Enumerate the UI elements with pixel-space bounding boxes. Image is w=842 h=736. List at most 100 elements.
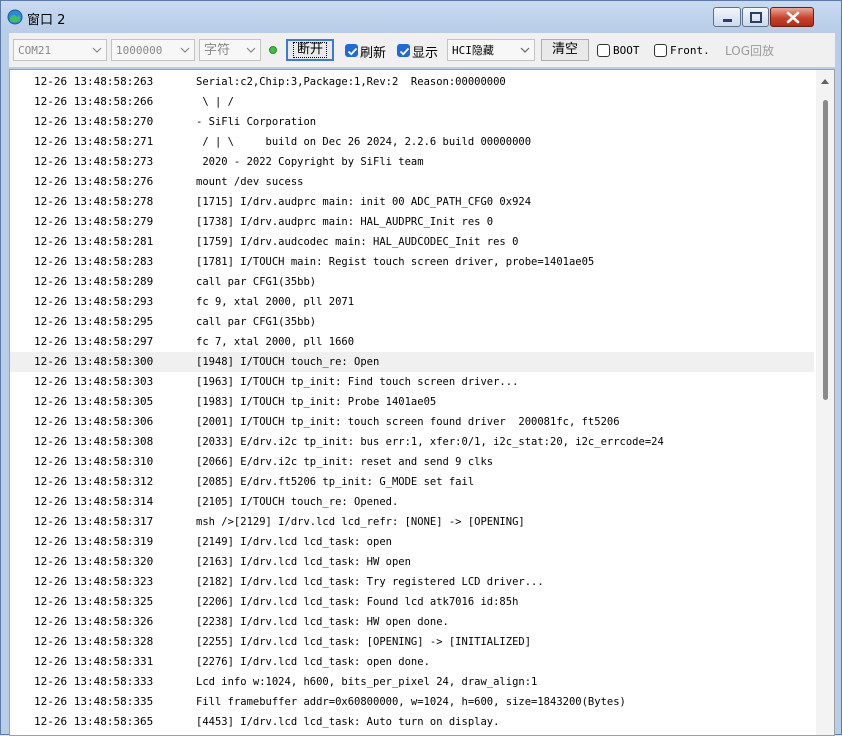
log-timestamp: 12-26 13:48:58:328: [34, 635, 154, 648]
log-timestamp: 12-26 13:48:58:297: [34, 335, 154, 348]
log-message: [2033] E/drv.i2c tp_init: bus err:1, xfe…: [196, 436, 664, 448]
port-select[interactable]: COM21: [13, 39, 107, 61]
log-timestamp: 12-26 13:48:58:300: [34, 355, 154, 368]
log-row[interactable]: 12-26 13:48:58:305 [1983] I/TOUCH tp_init…: [10, 392, 814, 412]
log-message: call par CFG1(35bb): [196, 276, 317, 288]
log-message: [1963] I/TOUCH tp_init: Find touch scree…: [196, 376, 519, 388]
maximize-button[interactable]: [742, 7, 769, 27]
log-row[interactable]: 12-26 13:48:58:320 [2163] I/drv.lcd lcd_t…: [10, 552, 814, 572]
app-window: 窗口 2 COM21 1000000 字符 断开 刷新 显示 HCI隐藏 清空 …: [0, 0, 842, 736]
log-row[interactable]: 12-26 13:48:58:279 [1738] I/drv.audprc ma…: [10, 212, 814, 232]
log-message: [1738] I/drv.audprc main: HAL_AUDPRC_Ini…: [196, 216, 494, 228]
front-checkbox[interactable]: [654, 44, 667, 57]
log-timestamp: 12-26 13:48:58:319: [34, 535, 154, 548]
log-row[interactable]: 12-26 13:48:58:283 [1781] I/TOUCH main: R…: [10, 252, 814, 272]
front-label: Front.: [670, 44, 710, 57]
log-panel[interactable]: 12-26 13:48:58:263 Serial:c2,Chip:3,Packa…: [9, 69, 835, 736]
log-row[interactable]: 12-26 13:48:58:293 fc 9, xtal 2000, pll 2…: [10, 292, 814, 312]
display-checkbox[interactable]: [397, 44, 410, 57]
log-timestamp: 12-26 13:48:58:323: [34, 575, 154, 588]
log-timestamp: 12-26 13:48:58:317: [34, 515, 154, 528]
log-timestamp: 12-26 13:48:58:289: [34, 275, 154, 288]
log-timestamp: 12-26 13:48:58:270: [34, 115, 154, 128]
log-timestamp: 12-26 13:48:58:310: [34, 455, 154, 468]
log-row[interactable]: 12-26 13:48:58:328 [2255] I/drv.lcd lcd_t…: [10, 632, 814, 652]
log-timestamp: 12-26 13:48:58:271: [34, 135, 154, 148]
log-timestamp: 12-26 13:48:58:295: [34, 315, 154, 328]
log-message: [2276] I/drv.lcd lcd_task: open done.: [196, 656, 430, 668]
connection-status-led: [269, 46, 277, 54]
log-row[interactable]: 12-26 13:48:58:270 - SiFli Corporation: [10, 112, 814, 132]
log-row[interactable]: 12-26 13:48:58:335 Fill framebuffer addr=…: [10, 692, 814, 712]
log-message: [2238] I/drv.lcd lcd_task: HW open done.: [196, 616, 449, 628]
chevron-down-icon: [246, 47, 256, 53]
log-playback-button[interactable]: LOG回放: [725, 42, 774, 59]
log-timestamp: 12-26 13:48:58:308: [34, 435, 154, 448]
log-row[interactable]: 12-26 13:48:58:289 call par CFG1(35bb): [10, 272, 814, 292]
log-row[interactable]: 12-26 13:48:58:365 [4453] I/drv.lcd lcd_t…: [10, 712, 814, 732]
log-timestamp: 12-26 13:48:58:266: [34, 95, 154, 108]
scrollbar-thumb[interactable]: [823, 100, 828, 400]
log-row[interactable]: 12-26 13:48:58:310 [2066] E/drv.i2c tp_in…: [10, 452, 814, 472]
log-row[interactable]: 12-26 13:48:58:331 [2276] I/drv.lcd lcd_t…: [10, 652, 814, 672]
vertical-scrollbar[interactable]: [816, 70, 834, 735]
log-list[interactable]: 12-26 13:48:58:263 Serial:c2,Chip:3,Packa…: [10, 70, 814, 735]
log-row[interactable]: 12-26 13:48:58:323 [2182] I/drv.lcd lcd_t…: [10, 572, 814, 592]
log-row[interactable]: 12-26 13:48:58:317 msh />[2129] I/drv.lcd…: [10, 512, 814, 532]
clear-label: 清空: [551, 42, 578, 57]
log-message: msh />[2129] I/drv.lcd lcd_refr: [NONE] …: [196, 516, 525, 528]
log-row[interactable]: 12-26 13:48:58:325 [2206] I/drv.lcd lcd_t…: [10, 592, 814, 612]
log-row[interactable]: 12-26 13:48:58:278 [1715] I/drv.audprc ma…: [10, 192, 814, 212]
log-row[interactable]: 12-26 13:48:58:333 Lcd info w:1024, h600,…: [10, 672, 814, 692]
log-row[interactable]: 12-26 13:48:58:326 [2238] I/drv.lcd lcd_t…: [10, 612, 814, 632]
log-row[interactable]: 12-26 13:48:58:308 [2033] E/drv.i2c tp_in…: [10, 432, 814, 452]
refresh-label: 刷新: [360, 46, 387, 61]
clear-button[interactable]: 清空: [541, 39, 589, 61]
log-row[interactable]: 12-26 13:48:58:303 [1963] I/TOUCH tp_init…: [10, 372, 814, 392]
log-row[interactable]: 12-26 13:48:58:312 [2085] E/drv.ft5206 tp…: [10, 472, 814, 492]
hci-mode-select[interactable]: HCI隐藏: [447, 39, 535, 61]
log-row[interactable]: 12-26 13:48:58:263 Serial:c2,Chip:3,Packa…: [10, 72, 814, 92]
log-row[interactable]: 12-26 13:48:58:271 / | \ build on Dec 26…: [10, 132, 814, 152]
checkmark-icon: [347, 47, 358, 56]
log-timestamp: 12-26 13:48:58:325: [34, 595, 154, 608]
log-row[interactable]: 12-26 13:48:58:281 [1759] I/drv.audcodec …: [10, 232, 814, 252]
baud-value: 1000000: [116, 44, 163, 57]
mode-select[interactable]: 字符: [199, 39, 261, 61]
disconnect-button[interactable]: 断开: [286, 39, 334, 61]
log-message: [1759] I/drv.audcodec main: HAL_AUDCODEC…: [196, 236, 519, 248]
log-timestamp: 12-26 13:48:58:333: [34, 675, 154, 688]
log-message: fc 7, xtal 2000, pll 1660: [196, 336, 355, 348]
minimize-button[interactable]: [713, 7, 741, 27]
log-row[interactable]: 12-26 13:48:58:314 [2105] I/TOUCH touch_r…: [10, 492, 814, 512]
log-row[interactable]: 12-26 13:48:58:295 call par CFG1(35bb): [10, 312, 814, 332]
log-row[interactable]: 12-26 13:48:58:319 [2149] I/drv.lcd lcd_t…: [10, 532, 814, 552]
log-message: Lcd info w:1024, h600, bits_per_pixel 24…: [196, 676, 538, 688]
toolbar: COM21 1000000 字符 断开 刷新 显示 HCI隐藏 清空 BOOT …: [9, 33, 835, 67]
log-message: [1948] I/TOUCH touch_re: Open: [196, 356, 380, 368]
boot-checkbox[interactable]: [597, 44, 610, 57]
log-row[interactable]: 12-26 13:48:58:297 fc 7, xtal 2000, pll 1…: [10, 332, 814, 352]
log-row[interactable]: 12-26 13:48:58:273 2020 - 2022 Copyright…: [10, 152, 814, 172]
checkmark-icon: [399, 47, 410, 56]
baud-select[interactable]: 1000000: [111, 39, 195, 61]
log-timestamp: 12-26 13:48:58:273: [34, 155, 154, 168]
window-title: 窗口 2: [27, 13, 66, 28]
log-timestamp: 12-26 13:48:58:278: [34, 195, 154, 208]
log-timestamp: 12-26 13:48:58:303: [34, 375, 154, 388]
log-timestamp: 12-26 13:48:58:335: [34, 695, 154, 708]
log-row[interactable]: 12-26 13:48:58:306 [2001] I/TOUCH tp_init…: [10, 412, 814, 432]
minimize-icon: [723, 19, 732, 22]
log-row[interactable]: 12-26 13:48:58:300 [1948] I/TOUCH touch_r…: [10, 352, 814, 372]
log-row[interactable]: 12-26 13:48:58:276 mount /dev sucess: [10, 172, 814, 192]
log-message: [2182] I/drv.lcd lcd_task: Try registere…: [196, 576, 544, 588]
scroll-up-arrow-icon[interactable]: [820, 77, 830, 85]
log-timestamp: 12-26 13:48:58:314: [34, 495, 154, 508]
close-button[interactable]: [770, 7, 814, 27]
refresh-checkbox[interactable]: [345, 44, 358, 57]
title-bar[interactable]: 窗口 2: [1, 1, 841, 33]
log-row[interactable]: 12-26 13:48:58:266 \ | /: [10, 92, 814, 112]
chevron-down-icon: [92, 47, 102, 53]
log-message: [1781] I/TOUCH main: Regist touch screen…: [196, 256, 595, 268]
app-icon: [7, 9, 23, 25]
